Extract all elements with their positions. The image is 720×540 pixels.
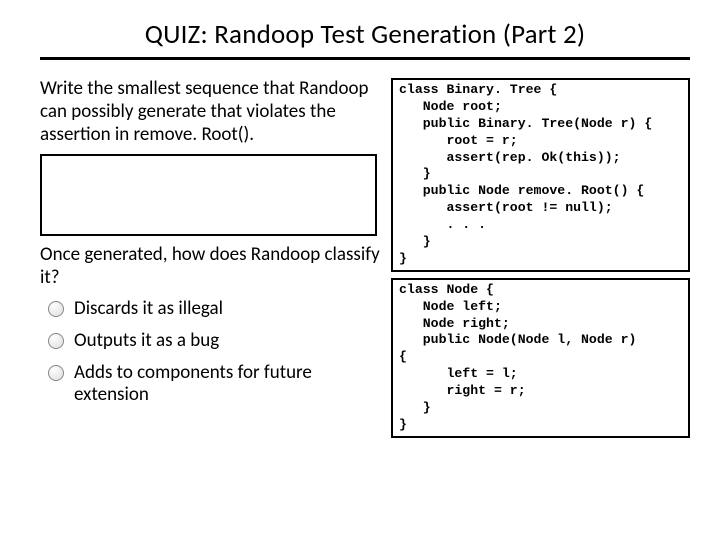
radio-icon[interactable] [48,365,64,381]
right-column: class Binary. Tree { Node root; public B… [391,78,690,444]
slide: QUIZ: Randoop Test Generation (Part 2) W… [0,0,720,540]
question-prompt: Write the smallest sequence that Randoop… [40,78,381,146]
option-extend[interactable]: Adds to components for future extension [48,362,381,406]
code-binarytree: class Binary. Tree { Node root; public B… [391,78,690,272]
option-discard[interactable]: Discards it as illegal [48,298,381,320]
radio-icon[interactable] [48,301,64,317]
left-column: Write the smallest sequence that Randoop… [40,78,381,444]
classification-question: Once generated, how does Randoop classif… [40,244,381,290]
options-group: Discards it as illegal Outputs it as a b… [40,298,381,405]
option-label: Discards it as illegal [74,298,223,320]
option-label: Outputs it as a bug [74,330,219,352]
slide-title: QUIZ: Randoop Test Generation (Part 2) [40,18,690,51]
option-bug[interactable]: Outputs it as a bug [48,330,381,352]
radio-icon[interactable] [48,333,64,349]
code-node: class Node { Node left; Node right; publ… [391,278,690,438]
title-divider [40,57,690,60]
option-label: Adds to components for future extension [74,362,381,406]
content-columns: Write the smallest sequence that Randoop… [40,78,690,444]
answer-input-box[interactable] [40,154,377,236]
